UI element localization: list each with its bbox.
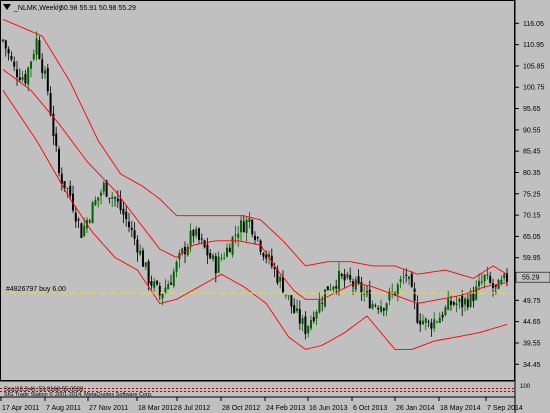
date-tick-label: 17 Apr 2011 (2, 405, 39, 412)
price-tick-label: 116.05 (523, 21, 544, 28)
sub-axis-label: 100 (520, 384, 531, 390)
date-tick-label: 7 Aug 2011 (46, 405, 81, 412)
candle (410, 271, 413, 288)
candle (58, 145, 60, 177)
candle (91, 201, 94, 224)
copyright-label: SIG Trade Station © 2001-2014, MetaQuote… (4, 391, 153, 398)
price-tick-label: 70.15 (523, 213, 541, 220)
date-tick-label: 18 May 2014 (440, 405, 481, 412)
candle (231, 235, 234, 258)
price-tick-label: 90.55 (523, 127, 541, 134)
candle (203, 239, 206, 249)
date-tick-label: 16 Jun 2013 (309, 405, 348, 412)
price-tick-label: 65.05 (523, 234, 541, 241)
price-tick-label: 75.25 (523, 191, 541, 198)
ohlc-values: 50.98 55.91 50.98 55.29 (60, 5, 136, 12)
price-tick-label: 100.75 (523, 85, 545, 92)
price-chart[interactable]: #4826797 buy 6.00 _NLMK,Weekly 50.98 55.… (0, 0, 550, 413)
price-tick-label: 39.55 (523, 340, 541, 347)
price-tick-label: 85.45 (523, 149, 541, 156)
price-tick-label: 34.45 (523, 362, 541, 369)
candle (326, 286, 329, 291)
date-tick-label: 6 Oct 2013 (353, 405, 387, 412)
date-tick-label: 8 Jul 2012 (178, 405, 210, 412)
date-tick-label: 7 Sep 2014 (487, 405, 523, 412)
plot-background (0, 0, 550, 413)
candle (46, 63, 49, 96)
date-tick-label: 18 Mar 2012 (138, 405, 177, 412)
chart-window: #4826797 buy 6.00 _NLMK,Weekly 50.98 55.… (0, 0, 550, 413)
date-tick-label: 27 Nov 2011 (89, 405, 128, 412)
order-line-label: #4826797 buy 6.00 (6, 286, 66, 293)
symbol-label: _NLMK,Weekly (13, 5, 63, 12)
price-tick-label: 59.95 (523, 255, 541, 262)
current-price-marker: 55.29 (515, 271, 550, 283)
current-price-value: 55.29 (522, 275, 540, 282)
price-tick-label: 95.65 (523, 106, 541, 113)
date-tick-label: 28 Oct 2012 (222, 405, 260, 412)
date-tick-label: 24 Feb 2013 (266, 405, 305, 412)
candle (80, 222, 83, 239)
price-tick-label: 110.95 (523, 42, 544, 49)
price-tick-label: 49.75 (523, 298, 541, 305)
price-tick-label: 80.35 (523, 170, 541, 177)
price-tick-label: 105.85 (523, 63, 545, 70)
date-tick-label: 26 Jan 2014 (396, 405, 435, 412)
price-tick-label: 44.65 (523, 319, 541, 326)
chart-header: _NLMK,Weekly 50.98 55.91 50.98 55.29 (3, 4, 136, 12)
